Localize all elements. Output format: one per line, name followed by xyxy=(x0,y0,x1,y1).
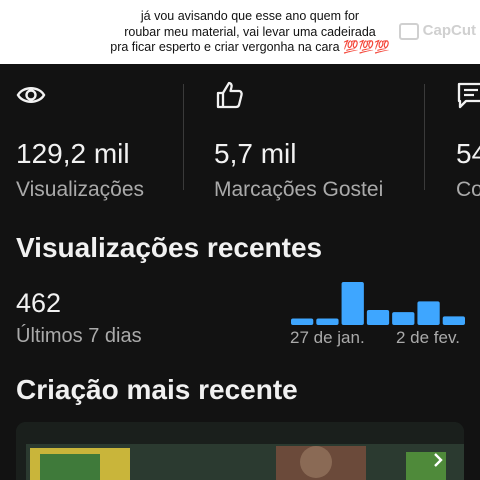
eye-icon xyxy=(16,87,46,103)
watermark-text: CapCut xyxy=(422,22,476,39)
likes-value: 5,7 mil xyxy=(214,138,297,169)
chart-bar xyxy=(442,316,465,325)
chart-bar xyxy=(316,318,339,325)
caption-line-3: pra ficar esperto e criar vergonha na ca… xyxy=(110,40,390,54)
chart-bar xyxy=(291,318,314,325)
comment-icon xyxy=(457,82,480,109)
stat-views[interactable]: 129,2 mil Visualizações xyxy=(16,80,144,201)
stat-divider xyxy=(424,84,425,190)
thumbnail-image xyxy=(16,422,464,480)
comments-value: 54 xyxy=(456,138,480,169)
stat-divider xyxy=(183,84,184,190)
latest-video-thumbnail[interactable] xyxy=(16,422,464,480)
recent-views-period: Últimos 7 dias xyxy=(16,325,142,347)
views-label: Visualizações xyxy=(16,178,145,201)
chart-bar xyxy=(366,309,390,325)
chevron-right-icon xyxy=(434,453,443,467)
recent-views-chart[interactable] xyxy=(291,282,465,325)
likes-label: Marcações Gostei xyxy=(214,178,384,201)
stat-likes[interactable]: 5,7 mil Marcações Gostei xyxy=(214,80,383,201)
recent-views-title: Visualizações recentes xyxy=(16,232,323,263)
comments-label: Co xyxy=(456,178,480,201)
caption-band: já vou avisando que esse ano quem for ro… xyxy=(0,0,480,64)
capcut-logo-icon xyxy=(398,22,419,40)
chart-bar xyxy=(392,312,415,325)
latest-creation-title: Criação mais recente xyxy=(16,374,298,405)
chart-bar xyxy=(341,282,364,325)
x-tick-label: 27 de jan. xyxy=(290,328,365,347)
capcut-watermark: CapCut xyxy=(398,22,476,40)
video-caption: já vou avisando que esse ano quem for ro… xyxy=(60,9,440,56)
x-tick-label: 2 de fev. xyxy=(396,328,460,347)
caption-line-2: roubar meu material, vai levar uma cadei… xyxy=(124,24,376,39)
chart-bar xyxy=(417,301,440,325)
recent-views-total: 462 xyxy=(16,288,62,318)
thumbs-up-icon xyxy=(216,81,243,109)
caption-line-1: já vou avisando que esse ano quem for xyxy=(140,9,360,23)
stat-comments[interactable]: 54 Co xyxy=(456,80,480,201)
views-value: 129,2 mil xyxy=(16,138,130,169)
analytics-panel: 129,2 mil Visualizações 5,7 mil Marcaçõe… xyxy=(0,64,480,480)
